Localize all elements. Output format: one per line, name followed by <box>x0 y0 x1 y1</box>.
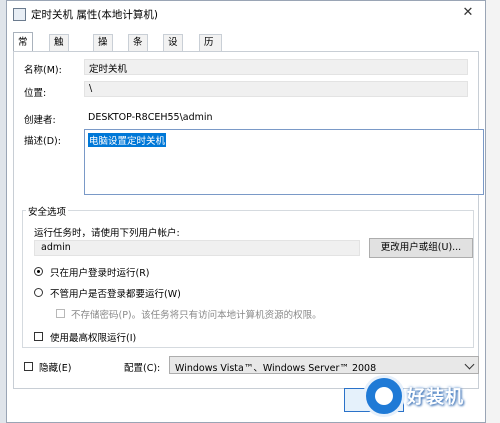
highest-privileges-checkbox[interactable] <box>34 332 43 341</box>
description-label: 描述(D): <box>24 136 61 147</box>
name-field[interactable]: 定时关机 <box>84 59 468 75</box>
name-label: 名称(M): <box>24 65 62 76</box>
close-icon[interactable]: ✕ <box>457 4 479 22</box>
title-bar: 定时关机 属性(本地计算机) ✕ <box>7 1 485 27</box>
highest-privileges-label[interactable]: 使用最高权限运行(I) <box>50 330 136 344</box>
location-field: \ <box>84 81 468 97</box>
watermark-logo-inner <box>375 387 393 405</box>
description-value: 电脑设置定时关机 <box>88 133 167 147</box>
hidden-label[interactable]: 隐藏(E) <box>39 360 71 374</box>
general-panel: 名称(M): 定时关机 位置: \ 创建者: DESKTOP-R8CEH55\a… <box>13 51 484 389</box>
change-user-button[interactable]: 更改用户或组(U)... <box>369 238 473 258</box>
tab-triggers[interactable]: 触发器 <box>49 34 69 80</box>
background-window-right <box>486 0 500 423</box>
description-textarea[interactable]: 电脑设置定时关机 <box>84 129 484 195</box>
tab-conditions[interactable]: 条件 <box>128 34 148 64</box>
do-not-store-password-checkbox[interactable] <box>56 309 65 318</box>
task-icon <box>13 8 26 21</box>
location-value: \ <box>89 83 93 94</box>
radio-run-only-when-logged-on[interactable] <box>34 267 43 276</box>
tab-history[interactable]: 历史记录(已禁用) <box>199 34 223 144</box>
window-title: 定时关机 属性(本地计算机) <box>31 9 159 21</box>
tab-settings[interactable]: 设置 <box>163 34 183 64</box>
author-label: 创建者: <box>24 115 56 126</box>
security-options-title: 安全选项 <box>26 204 69 218</box>
watermark-logo-icon <box>363 375 405 417</box>
do-not-store-password-label: 不存储密码(P)。该任务将只有访问本地计算机资源的权限。 <box>71 310 322 321</box>
author-value: DESKTOP-R8CEH55\admin <box>88 112 213 123</box>
name-value: 定时关机 <box>89 64 128 75</box>
run-as-prompt: 运行任务时，请使用下列用户帐户: <box>34 228 180 239</box>
location-label: 位置: <box>24 88 47 99</box>
configure-value: Windows Vista™、Windows Server™ 2008 <box>175 363 377 374</box>
radio-run-whether-logged-on-label[interactable]: 不管用户是否登录都要运行(W) <box>50 286 181 300</box>
configure-select[interactable]: Windows Vista™、Windows Server™ 2008 <box>169 356 479 374</box>
radio-run-only-when-logged-on-label[interactable]: 只在用户登录时运行(R) <box>50 265 150 279</box>
tab-actions[interactable]: 操作 <box>93 34 113 64</box>
configure-label: 配置(C): <box>124 363 161 374</box>
tab-general[interactable]: 常规 <box>13 32 33 67</box>
run-as-user-field: admin <box>34 240 360 256</box>
hidden-checkbox[interactable] <box>24 362 33 371</box>
properties-dialog: 定时关机 属性(本地计算机) ✕ 常规 触发器 操作 条件 设置 历史记录(已禁… <box>6 0 486 423</box>
radio-run-whether-logged-on[interactable] <box>34 288 43 297</box>
run-as-user: admin <box>41 242 71 253</box>
watermark-text: 好装机 <box>407 387 464 408</box>
chevron-down-icon <box>464 359 475 370</box>
